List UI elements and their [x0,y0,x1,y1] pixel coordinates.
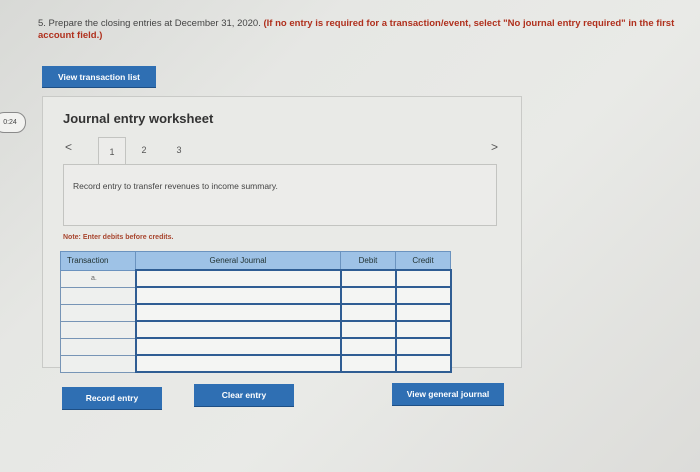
account-field[interactable] [134,303,342,322]
transaction-cell [60,320,136,339]
chevron-right-icon[interactable]: > [491,140,498,154]
header-general-journal: General Journal [135,251,341,271]
table-row: a. [60,269,452,288]
question-prompt: 5. Prepare the closing entries at Decemb… [38,18,678,42]
credit-field[interactable] [394,303,452,322]
table-row [60,286,452,305]
clear-entry-button[interactable]: Clear entry [194,384,294,406]
debit-field[interactable] [339,320,397,339]
table-row [60,337,452,356]
transaction-cell [60,303,136,322]
timer-badge: 0:24 [0,112,26,133]
account-field[interactable] [134,337,342,356]
transaction-cell: a. [60,269,136,288]
transaction-cell [60,286,136,305]
chevron-left-icon[interactable]: < [65,140,72,154]
tab-3[interactable]: 3 [166,137,192,163]
entry-description: Record entry to transfer revenues to inc… [73,181,278,191]
record-entry-button[interactable]: Record entry [62,387,162,409]
account-field[interactable] [134,269,342,288]
account-field[interactable] [134,354,342,373]
credit-field[interactable] [394,354,452,373]
question-text: 5. Prepare the closing entries at Decemb… [38,18,261,29]
view-transaction-list-button[interactable]: View transaction list [42,66,156,87]
debit-field[interactable] [339,269,397,288]
credit-field[interactable] [394,286,452,305]
credit-field[interactable] [394,320,452,339]
credit-field[interactable] [394,269,452,288]
worksheet-title: Journal entry worksheet [63,111,214,126]
tab-2[interactable]: 2 [131,137,157,163]
debit-field[interactable] [339,354,397,373]
tab-1[interactable]: 1 [98,137,126,165]
transaction-cell [60,354,136,373]
debit-field[interactable] [339,303,397,322]
header-transaction: Transaction [60,251,136,271]
transaction-cell [60,337,136,356]
view-general-journal-button[interactable]: View general journal [392,383,504,405]
table-row [60,320,452,339]
table-row [60,354,452,373]
header-debit: Debit [340,251,396,271]
debit-credit-note: Note: Enter debits before credits. [63,234,174,241]
header-credit: Credit [395,251,451,271]
account-field[interactable] [134,320,342,339]
credit-field[interactable] [394,337,452,356]
entry-description-box: Record entry to transfer revenues to inc… [63,164,497,226]
table-row [60,303,452,322]
debit-field[interactable] [339,286,397,305]
account-field[interactable] [134,286,342,305]
journal-table: Transaction General Journal Debit Credit… [60,251,452,373]
debit-field[interactable] [339,337,397,356]
